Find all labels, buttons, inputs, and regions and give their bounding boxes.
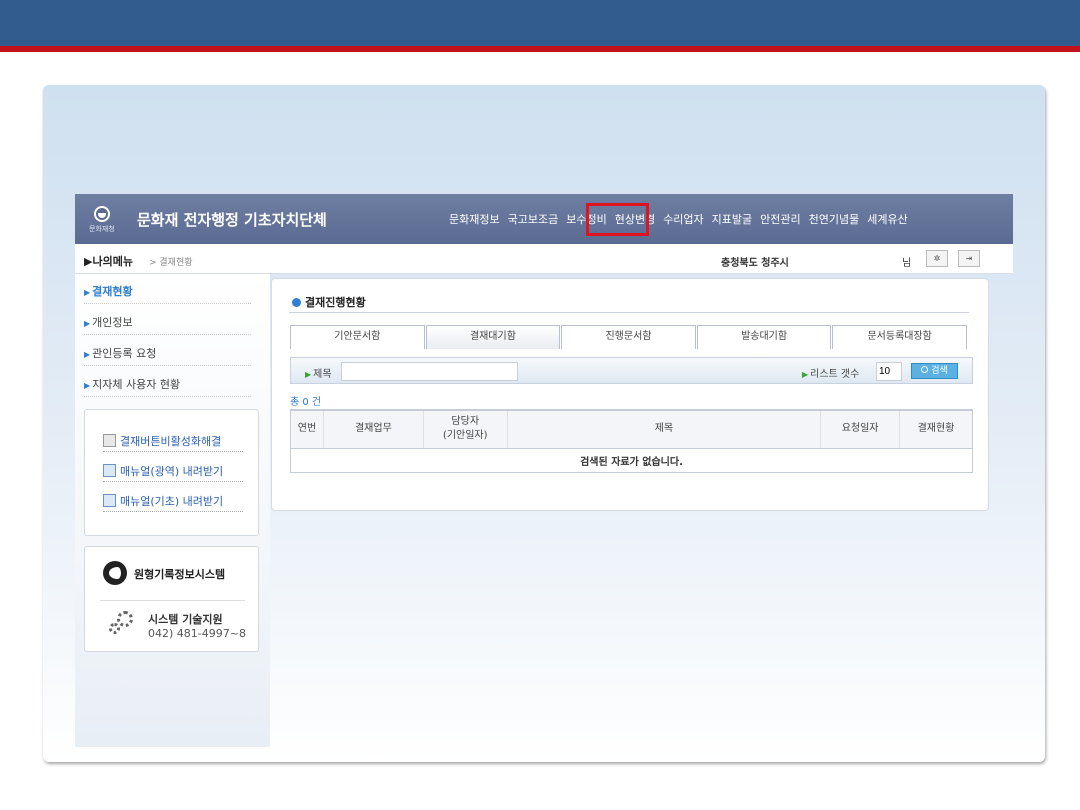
breadcrumb: > 결재현황 (149, 258, 193, 268)
approval-table: 연번 결재업무 담당자 (기안일자) 제목 요청일자 결재현황 검색된 자료가 … (290, 409, 973, 473)
sidebar-item-seal-request[interactable]: ▶ 관인등록 요청 (84, 336, 251, 366)
sidebar: ▶ 결재현황 ▶ 개인정보 ▶ 관인등록 요청 ▶ 지자체 사용자 현황 결재버튼비활성… (75, 274, 270, 747)
logo-icon[interactable]: 문화재청 (89, 206, 117, 234)
list-count-input[interactable] (876, 362, 902, 381)
sidebar-item-local-users[interactable]: ▶ 지자체 사용자 현황 (84, 367, 251, 397)
download-links-box: 결재버튼비활성화해결 매뉴얼(광역) 내려받기 매뉴얼(기초) 내려받기 (84, 409, 259, 536)
my-menu-label: ▶나의메뉴 (84, 255, 133, 268)
tab-pending-approval[interactable]: 결재대기함 (425, 325, 561, 349)
column-header-assignee[interactable]: 담당자 (기안일자) (423, 409, 508, 449)
tab-doc-registry[interactable]: 문서등록대장함 (832, 325, 967, 349)
column-header-status[interactable]: 결재현황 (899, 409, 973, 449)
column-header-task[interactable]: 결재업무 (323, 409, 424, 449)
search-title-input[interactable] (341, 362, 518, 381)
search-icon (921, 366, 929, 373)
sidebar-item-approval-status[interactable]: ▶ 결재현황 (84, 274, 251, 304)
document-icon (103, 434, 116, 447)
download-icon (103, 494, 116, 507)
top-nav-item-contractors[interactable]: 수리업자 (663, 211, 703, 227)
top-nav-item-heritage-info[interactable]: 문화재정보 (449, 211, 500, 227)
app-title: 문화재 전자행정 기초자치단체 (137, 211, 327, 229)
table-header-row: 연번 결재업무 담당자 (기안일자) 제목 요청일자 결재현황 (290, 409, 973, 449)
manual-regional-download-link[interactable]: 매뉴얼(광역) 내려받기 (103, 458, 243, 482)
top-nav-item-subsidy[interactable]: 국고보조금 (508, 211, 559, 227)
sub-bar: ▶나의메뉴 > 결재현황 충청북도 청주시 님 ✲ ⇥ (75, 244, 1013, 274)
tab-in-progress[interactable]: 진행문서함 (561, 325, 696, 349)
app-window: 문화재청 문화재 전자행정 기초자치단체 문화재정보 국고보조금 보수정비 현상… (75, 194, 1013, 747)
top-nav-item-excavation[interactable]: 지표발굴 (712, 211, 752, 227)
search-button[interactable]: 검색 (911, 363, 958, 379)
support-title: 시스템 기술지원 (148, 613, 223, 626)
system-info-box: 원형기록정보시스템 시스템 기술지원 042) 481-4997~8 (84, 546, 259, 652)
records-system-link[interactable]: 원형기록정보시스템 (134, 566, 225, 582)
user-region: 충청북도 청주시 (721, 258, 789, 269)
top-nav-item-safety[interactable]: 안전관리 (760, 211, 800, 227)
gear-icon (109, 611, 135, 637)
column-header-title[interactable]: 제목 (507, 409, 822, 449)
download-icon (103, 464, 116, 477)
empty-message: 검색된 자료가 없습니다. (290, 447, 973, 473)
total-count: 총 0 건 (290, 397, 322, 408)
search-title-label: ▶ 제목 (305, 369, 332, 380)
panel-title: 결재진행현황 (292, 294, 366, 310)
bullet-icon (292, 298, 301, 307)
doc-tabs: 기안문서함 결재대기함 진행문서함 발송대기함 문서등록대장함 (290, 325, 968, 349)
records-system-logo-icon[interactable] (103, 561, 127, 585)
top-nav: 문화재정보 국고보조금 보수정비 현상변경 수리업자 지표발굴 안전관리 천연기… (449, 211, 916, 227)
top-nav-item-natural-monuments[interactable]: 천연기념물 (809, 211, 860, 227)
tab-awaiting-send[interactable]: 발송대기함 (696, 325, 832, 349)
sidebar-item-personal-info[interactable]: ▶ 개인정보 (84, 305, 251, 335)
approval-panel: 결재진행현황 기안문서함 결재대기함 진행문서함 발송대기함 문서등록대장함 ▶… (271, 278, 989, 511)
highlight-box (586, 203, 649, 236)
table-row: 검색된 자료가 없습니다. (290, 447, 973, 473)
column-header-request-date[interactable]: 요청일자 (820, 409, 901, 449)
app-header: 문화재청 문화재 전자행정 기초자치단체 문화재정보 국고보조금 보수정비 현상… (75, 194, 1013, 244)
user-honorific: 님 (902, 258, 912, 269)
top-nav-item-world-heritage[interactable]: 세계유산 (867, 211, 907, 227)
list-count-label: ▶ 리스트 갯수 (802, 369, 860, 380)
column-header-number[interactable]: 연번 (290, 409, 324, 449)
manual-basic-download-link[interactable]: 매뉴얼(기초) 내려받기 (103, 488, 243, 512)
logout-button[interactable]: ⇥ (958, 250, 980, 267)
tab-draft-docs[interactable]: 기안문서함 (290, 325, 425, 349)
settings-button[interactable]: ✲ (926, 250, 948, 267)
search-bar: ▶제목 ▶리스트 갯수 검색 (290, 357, 973, 384)
top-banner-red-line (0, 46, 1080, 52)
top-banner (0, 0, 1080, 46)
disabled-button-fix-link[interactable]: 결재버튼비활성화해결 (103, 428, 243, 452)
support-phone: 042) 481-4997~8 (148, 627, 246, 640)
